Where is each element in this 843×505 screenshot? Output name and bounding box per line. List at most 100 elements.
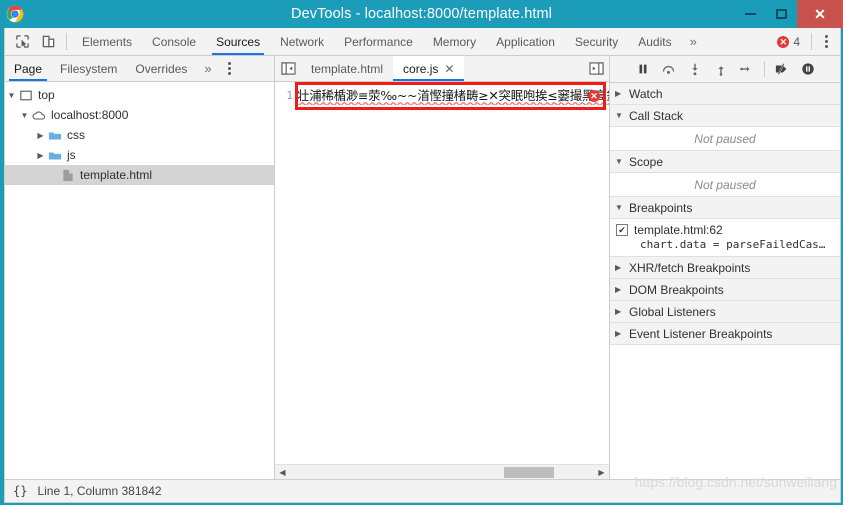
devtools-panel-tabs: Elements Console Sources Network Perform… — [72, 28, 705, 55]
maximize-button[interactable] — [766, 0, 797, 28]
close-button[interactable]: ✕ — [797, 0, 843, 28]
editor-horizontal-scrollbar[interactable]: ◀ ▶ — [275, 464, 609, 479]
nav-tab-page[interactable]: Page — [5, 56, 51, 81]
tree-item-label: template.html — [80, 168, 153, 182]
nav-tab-filesystem[interactable]: Filesystem — [51, 56, 126, 81]
deactivate-breakpoints-button[interactable] — [770, 57, 794, 81]
section-header-xhr-fetch-breakpoints[interactable]: ▶ XHR/fetch Breakpoints — [610, 257, 840, 279]
section-header-global-listeners[interactable]: ▶ Global Listeners — [610, 301, 840, 323]
pause-on-exceptions-button[interactable] — [796, 57, 820, 81]
tree-item-template-html[interactable]: template.html — [5, 165, 274, 185]
tree-item-css[interactable]: ▶ css — [5, 125, 274, 145]
tree-item-localhost[interactable]: ▼ localhost:8000 — [5, 105, 274, 125]
device-toolbar-icon — [42, 35, 54, 48]
cloud-icon — [31, 110, 47, 121]
devtools-window: DevTools - localhost:8000/template.html … — [0, 0, 843, 505]
tab-label: Sources — [216, 34, 261, 49]
step-button[interactable] — [735, 57, 759, 81]
tab-security[interactable]: Security — [565, 28, 628, 55]
section-header-call-stack[interactable]: ▼ Call Stack — [610, 105, 840, 127]
nav-tab-label: Filesystem — [60, 61, 118, 76]
step-over-button[interactable] — [657, 57, 681, 81]
breakpoint-checkbox[interactable]: ✔ — [616, 224, 628, 236]
resume-script-execution-button[interactable] — [631, 57, 655, 81]
twisty-icon: ▶ — [615, 285, 622, 294]
twisty-icon[interactable]: ▼ — [18, 111, 31, 120]
editor-tab-label: core.js — [403, 61, 439, 76]
scroll-left-arrow-icon[interactable]: ◀ — [275, 468, 290, 477]
tab-label: Performance — [344, 34, 413, 49]
editor-tab-core-js[interactable]: core.js ✕ — [393, 56, 465, 81]
debugger-sections: ▶ Watch ▼ Call Stack Not paused ▼ Scope … — [610, 83, 840, 479]
chevron-right-double-icon: » — [204, 61, 212, 76]
error-count-label: 4 — [793, 34, 800, 49]
tree-item-top[interactable]: ▼ top — [5, 85, 274, 105]
step-out-button[interactable] — [709, 57, 733, 81]
twisty-icon[interactable]: ▶ — [34, 151, 47, 160]
tab-console[interactable]: Console — [142, 28, 206, 55]
tab-network[interactable]: Network — [270, 28, 334, 55]
frame-icon — [18, 90, 34, 101]
device-toolbar-button[interactable] — [35, 29, 61, 55]
scrollbar-track[interactable] — [290, 465, 594, 480]
window-titlebar: DevTools - localhost:8000/template.html … — [0, 0, 843, 28]
chrome-logo-icon — [6, 5, 24, 23]
twisty-icon[interactable]: ▶ — [34, 131, 47, 140]
show-navigator-button[interactable] — [275, 56, 301, 81]
tab-performance[interactable]: Performance — [334, 28, 423, 55]
tab-elements[interactable]: Elements — [72, 28, 142, 55]
navigator-more-tabs-button[interactable]: » — [196, 56, 219, 81]
section-header-event-listener-breakpoints[interactable]: ▶ Event Listener Breakpoints — [610, 323, 840, 345]
window-controls: ✕ — [735, 0, 843, 28]
tab-label: Elements — [82, 34, 133, 49]
scroll-right-arrow-icon[interactable]: ▶ — [594, 468, 609, 477]
section-header-breakpoints[interactable]: ▼ Breakpoints — [610, 197, 840, 219]
code-line-text[interactable]: 壮浦稀楯渺≡荥‰~~渞慳撞楮畴≥✕突眠咆挨≤窭撮黑高鉄 — [297, 86, 609, 105]
tab-label: Security — [574, 34, 619, 49]
file-tree: ▼ top ▼ localhost:8000 ▶ css ▶ js templa… — [5, 82, 274, 479]
section-title: XHR/fetch Breakpoints — [629, 260, 751, 275]
inspect-element-button[interactable] — [9, 29, 35, 55]
debugger-divider — [763, 61, 765, 77]
tree-item-js[interactable]: ▶ js — [5, 145, 274, 165]
step-into-button[interactable] — [683, 57, 707, 81]
close-icon[interactable]: ✕ — [444, 62, 454, 76]
section-header-scope[interactable]: ▼ Scope — [610, 151, 840, 173]
section-title: Scope — [629, 154, 664, 169]
pretty-print-icon[interactable]: {} — [13, 484, 27, 498]
tab-memory[interactable]: Memory — [423, 28, 486, 55]
call-stack-empty-text: Not paused — [610, 127, 840, 151]
error-count-badge[interactable]: ✕ 4 — [771, 35, 806, 49]
inspect-element-icon — [15, 35, 29, 48]
debugger-sidebar: ▶ Watch ▼ Call Stack Not paused ▼ Scope … — [609, 56, 840, 479]
scrollbar-thumb[interactable] — [504, 466, 554, 478]
tab-sources[interactable]: Sources — [206, 28, 270, 55]
section-header-watch[interactable]: ▶ Watch — [610, 83, 840, 105]
breakpoint-row: ✔ template.html:62 — [616, 223, 834, 237]
more-tabs-button[interactable]: » — [682, 28, 705, 55]
tree-item-label: js — [67, 148, 76, 162]
tree-item-label: localhost:8000 — [51, 108, 129, 122]
navigator-tabbar: Page Filesystem Overrides » — [5, 56, 274, 82]
minimize-button[interactable] — [735, 0, 766, 28]
twisty-icon: ▶ — [615, 263, 622, 272]
pause-on-exceptions-icon — [801, 63, 814, 75]
window-title: DevTools - localhost:8000/template.html — [291, 6, 552, 22]
navigator-pane: Page Filesystem Overrides » ▼ top ▼ loca… — [5, 56, 275, 479]
navigator-menu-icon[interactable] — [220, 56, 239, 81]
section-header-dom-breakpoints[interactable]: ▶ DOM Breakpoints — [610, 279, 840, 301]
breakpoint-item[interactable]: ✔ template.html:62 chart.data = parseFai… — [610, 219, 840, 257]
line-error-icon[interactable]: ✕ — [588, 90, 600, 102]
nav-tab-label: Page — [14, 61, 43, 76]
nav-tab-overrides[interactable]: Overrides — [126, 56, 196, 81]
kebab-menu-icon[interactable] — [817, 35, 836, 48]
tree-item-label: css — [67, 128, 85, 142]
folder-icon — [47, 150, 63, 161]
twisty-icon[interactable]: ▼ — [5, 91, 18, 100]
show-debugger-button[interactable] — [583, 56, 609, 81]
nav-tab-label: Overrides — [135, 61, 188, 76]
tab-application[interactable]: Application — [486, 28, 565, 55]
tab-audits[interactable]: Audits — [628, 28, 681, 55]
editor-content[interactable]: 1 壮浦稀楯渺≡荥‰~~渞慳撞楮畴≥✕突眠咆挨≤窭撮黑高鉄 ✕ — [275, 82, 609, 464]
editor-tab-template-html[interactable]: template.html — [301, 56, 393, 81]
